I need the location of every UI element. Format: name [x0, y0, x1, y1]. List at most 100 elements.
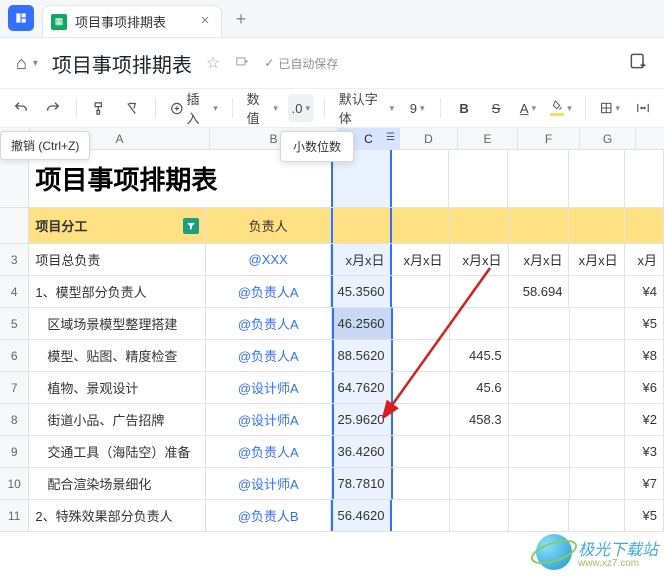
- cell-owner[interactable]: @设计师A: [206, 468, 332, 499]
- filter-icon[interactable]: [183, 218, 199, 234]
- row-header[interactable]: 4: [0, 276, 29, 307]
- cell[interactable]: x月x日: [569, 244, 624, 275]
- cell-owner[interactable]: @负责人A: [206, 276, 332, 307]
- cell[interactable]: 58.694: [509, 276, 570, 307]
- add-action-icon[interactable]: [628, 51, 648, 76]
- cell-owner[interactable]: @负责人A: [206, 308, 332, 339]
- cell[interactable]: [570, 436, 625, 467]
- cell[interactable]: ¥8: [625, 340, 664, 371]
- cell[interactable]: [625, 150, 664, 207]
- cell-task[interactable]: 交通工具（海陆空）准备: [29, 436, 206, 467]
- cell[interactable]: [450, 276, 509, 307]
- app-logo[interactable]: [8, 5, 34, 31]
- row-header[interactable]: 7: [0, 372, 29, 403]
- cell[interactable]: [393, 308, 450, 339]
- clear-format-button[interactable]: [119, 94, 145, 122]
- header-cell[interactable]: [392, 208, 449, 243]
- col-header-g[interactable]: G: [580, 128, 636, 149]
- cell-owner[interactable]: @设计师A: [206, 372, 332, 403]
- row-header[interactable]: 5: [0, 308, 29, 339]
- cell[interactable]: 45.6: [450, 372, 509, 403]
- cell[interactable]: x月x日: [392, 244, 449, 275]
- cell[interactable]: ¥7: [625, 468, 664, 499]
- fill-color-button[interactable]: ▾: [547, 94, 575, 122]
- row-header[interactable]: 3: [0, 244, 29, 275]
- cell[interactable]: [570, 468, 625, 499]
- header-cell[interactable]: 项目分工: [29, 208, 205, 243]
- cell[interactable]: [570, 372, 625, 403]
- col-header-e[interactable]: E: [458, 128, 518, 149]
- cell[interactable]: ¥5: [625, 308, 664, 339]
- cell-value[interactable]: 45.3560: [331, 276, 392, 307]
- undo-button[interactable]: [8, 94, 34, 122]
- cell-task[interactable]: 街道小品、广告招牌: [29, 404, 206, 435]
- cell-task[interactable]: 2、特殊效果部分负责人: [29, 500, 205, 531]
- cell[interactable]: [449, 150, 508, 207]
- cell-task[interactable]: 配合渲染场景细化: [29, 468, 206, 499]
- cell-owner[interactable]: @负责人A: [206, 436, 332, 467]
- close-tab-icon[interactable]: ×: [197, 14, 213, 30]
- cell-owner[interactable]: @XXX: [206, 244, 332, 275]
- cell[interactable]: [509, 468, 570, 499]
- row-header[interactable]: 10: [0, 468, 29, 499]
- document-title[interactable]: 项目事项排期表: [52, 49, 192, 78]
- cell[interactable]: [508, 150, 569, 207]
- cell[interactable]: 445.5: [450, 340, 509, 371]
- cell[interactable]: [392, 276, 449, 307]
- cell[interactable]: ¥3: [625, 436, 664, 467]
- cell[interactable]: ¥2: [625, 404, 664, 435]
- cell-task[interactable]: 1、模型部分负责人: [29, 276, 205, 307]
- number-format-button[interactable]: 数值 ▾: [243, 94, 282, 122]
- cell[interactable]: [509, 436, 570, 467]
- strike-button[interactable]: S: [483, 94, 509, 122]
- home-dropdown-icon[interactable]: ▾: [33, 58, 38, 69]
- cell[interactable]: [569, 150, 624, 207]
- insert-button[interactable]: 插入 ▾: [166, 94, 222, 122]
- cell[interactable]: [569, 276, 624, 307]
- cell-value[interactable]: 56.4620: [331, 500, 392, 531]
- merge-button[interactable]: [630, 94, 656, 122]
- star-icon[interactable]: ☆: [206, 53, 220, 73]
- cell-value[interactable]: 64.7620: [332, 372, 393, 403]
- cell-value[interactable]: 36.4260: [332, 436, 393, 467]
- font-size-button[interactable]: 9 ▾: [404, 94, 430, 122]
- text-color-button[interactable]: A ▾: [515, 94, 541, 122]
- cell[interactable]: [570, 340, 625, 371]
- column-menu-icon[interactable]: ☰: [386, 132, 395, 143]
- cell-task[interactable]: 项目总负责: [29, 244, 205, 275]
- cell[interactable]: [393, 372, 450, 403]
- cell-value[interactable]: 78.7810: [332, 468, 393, 499]
- document-tab[interactable]: ▦ 项目事项排期表 ×: [42, 5, 222, 37]
- cell-owner[interactable]: @设计师A: [206, 404, 332, 435]
- cell[interactable]: x月x日: [450, 244, 509, 275]
- new-tab-button[interactable]: +: [228, 7, 254, 33]
- cell[interactable]: 458.3: [450, 404, 509, 435]
- col-header-f[interactable]: F: [518, 128, 580, 149]
- cell[interactable]: [393, 436, 450, 467]
- move-icon[interactable]: [234, 55, 250, 72]
- header-cell[interactable]: [509, 208, 570, 243]
- cell-task[interactable]: 模型、贴图、精度检查: [29, 340, 206, 371]
- cell-value[interactable]: x月x日: [331, 244, 392, 275]
- cell[interactable]: [450, 436, 509, 467]
- cell-owner[interactable]: @负责人B: [206, 500, 332, 531]
- font-family-button[interactable]: 默认字体 ▾: [335, 94, 398, 122]
- cell[interactable]: [450, 308, 509, 339]
- col-header-d[interactable]: D: [400, 128, 458, 149]
- cell[interactable]: [393, 468, 450, 499]
- cell[interactable]: [393, 340, 450, 371]
- row-header[interactable]: 11: [0, 500, 29, 531]
- cell-task[interactable]: 区域场景模型整理搭建: [29, 308, 206, 339]
- header-cell[interactable]: [625, 208, 664, 243]
- header-cell[interactable]: [569, 208, 624, 243]
- borders-button[interactable]: ▾: [596, 94, 624, 122]
- header-cell[interactable]: [450, 208, 509, 243]
- cell-owner[interactable]: @负责人A: [206, 340, 332, 371]
- cell[interactable]: x月: [625, 244, 664, 275]
- cell-value[interactable]: 88.5620: [332, 340, 393, 371]
- grid[interactable]: 项目事项排期表 项目分工 负责人 3项目总负责@XXXx月x日x月: [0, 150, 664, 532]
- cell[interactable]: [393, 404, 450, 435]
- cell[interactable]: [570, 308, 625, 339]
- cell[interactable]: [392, 500, 449, 531]
- header-cell[interactable]: 负责人: [206, 208, 332, 243]
